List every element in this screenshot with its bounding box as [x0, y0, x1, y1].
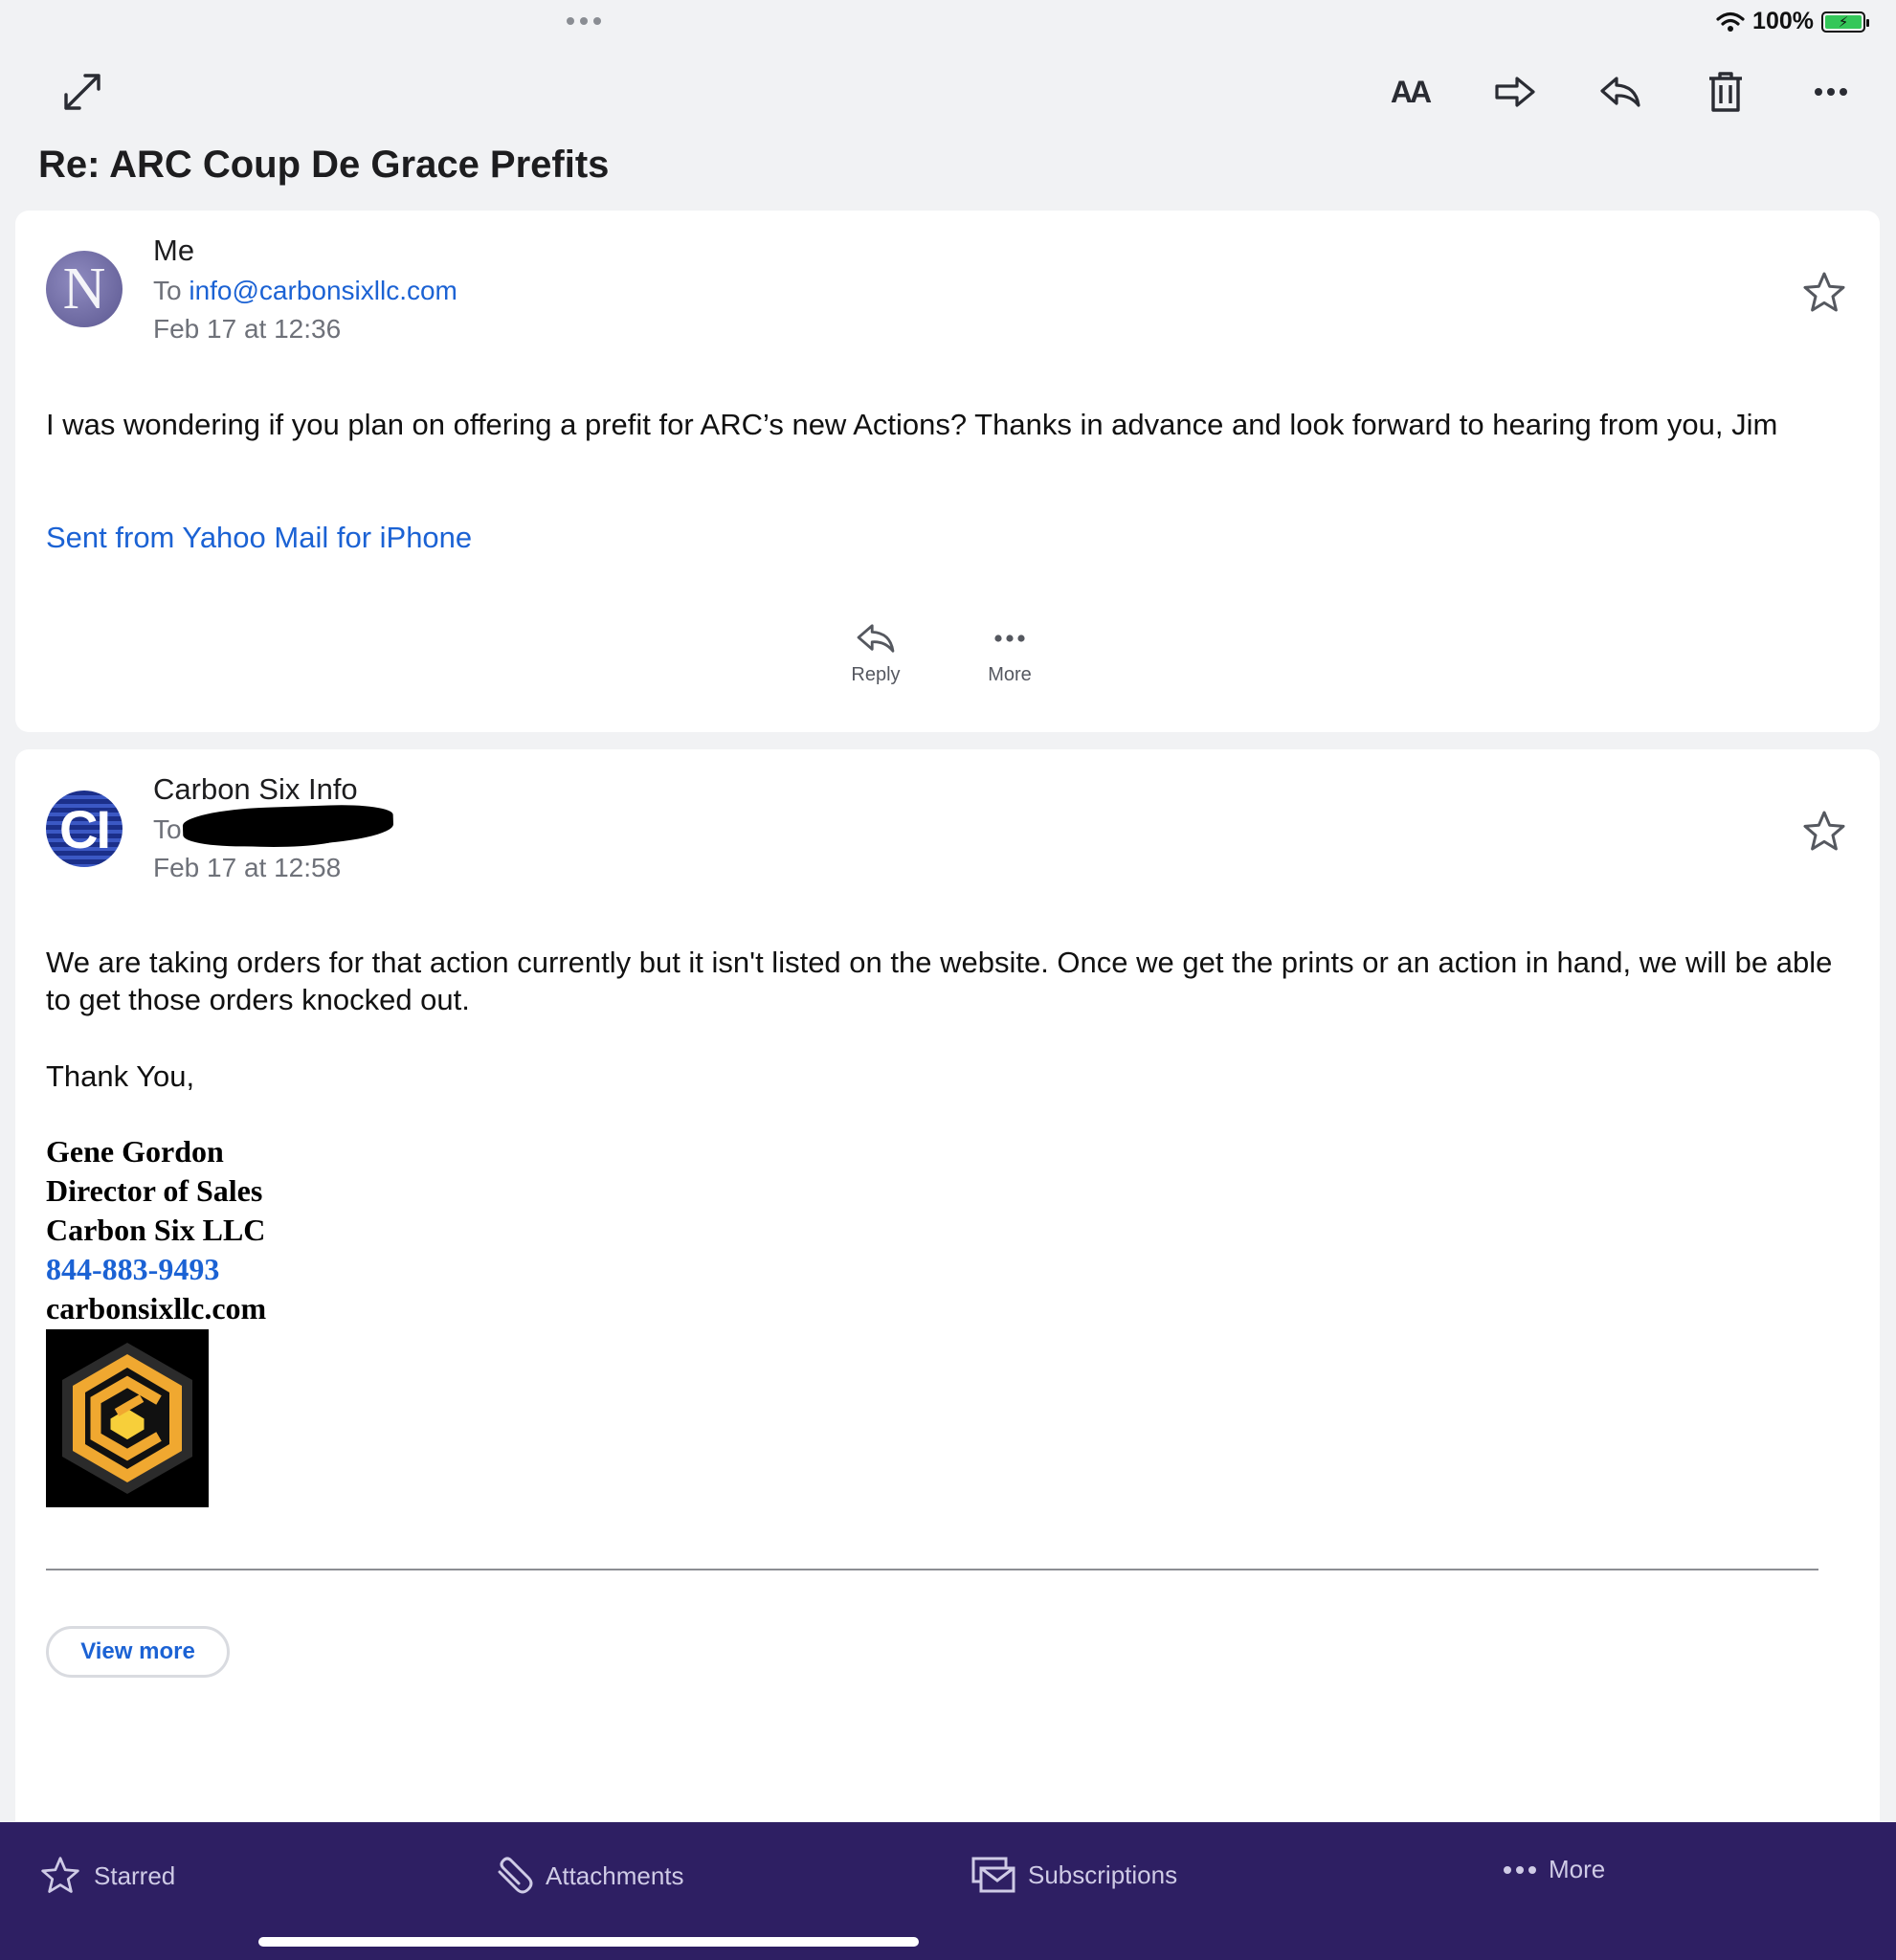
paperclip-icon — [498, 1857, 533, 1894]
tab-attachments-label: Attachments — [546, 1860, 684, 1890]
company-logo — [46, 1329, 209, 1507]
message-body: I was wondering if you plan on offering … — [46, 408, 1778, 441]
tab-starred-label: Starred — [94, 1860, 176, 1890]
multitasking-dots[interactable] — [567, 17, 601, 25]
star-icon[interactable] — [1801, 270, 1847, 316]
to-prefix: To — [153, 276, 182, 305]
star-icon — [41, 1857, 79, 1893]
signature-company: Carbon Six LLC — [46, 1213, 266, 1247]
bottom-navigation: Starred Attachments Subscriptions More — [0, 1822, 1896, 1960]
redaction-mark — [202, 824, 346, 847]
reply-button[interactable] — [1594, 67, 1647, 117]
avatar[interactable]: CI — [46, 791, 123, 867]
sender-name[interactable]: Me — [153, 234, 194, 268]
recipient-line: To info@carbonsixllc.com — [153, 276, 457, 306]
recipient-line: To — [153, 814, 182, 845]
star-icon[interactable] — [1801, 809, 1847, 855]
email-view: 100% ⚡ AA Re: ARC Coup De Grace Prefits … — [0, 0, 1896, 1960]
more-action-button[interactable]: More — [976, 622, 1043, 686]
message-actions: Reply More — [15, 622, 1880, 686]
view-more-button[interactable]: View more — [46, 1626, 230, 1678]
signature-website: carbonsixllc.com — [46, 1291, 267, 1325]
yahoo-mail-signature-link[interactable]: Sent from Yahoo Mail for iPhone — [46, 519, 472, 556]
more-icon — [994, 635, 1025, 642]
delete-button[interactable] — [1699, 67, 1752, 117]
tab-attachments[interactable]: Attachments — [490, 1855, 684, 1897]
email-subject: Re: ARC Coup De Grace Prefits — [38, 144, 610, 186]
tab-subscriptions[interactable]: Subscriptions — [970, 1855, 1177, 1895]
to-prefix: To — [153, 814, 182, 844]
expand-icon — [64, 74, 100, 110]
status-bar: 100% ⚡ — [1716, 8, 1869, 35]
message-card-2: CI Carbon Six Info To Feb 17 at 12:58 We… — [15, 749, 1880, 1821]
message-card-1: N Me To info@carbonsixllc.com Feb 17 at … — [15, 211, 1880, 732]
message-body: We are taking orders for that action cur… — [46, 946, 1833, 1016]
forward-button[interactable] — [1488, 67, 1542, 117]
more-icon — [1815, 88, 1847, 96]
tab-subscriptions-label: Subscriptions — [1028, 1860, 1178, 1889]
subscriptions-icon — [971, 1857, 1015, 1893]
reply-icon — [1600, 77, 1640, 107]
tab-starred[interactable]: Starred — [38, 1855, 175, 1897]
reply-icon — [857, 624, 895, 653]
avatar[interactable]: N — [46, 251, 123, 327]
sender-name[interactable]: Carbon Six Info — [153, 772, 358, 807]
battery-percent: 100% — [1752, 8, 1814, 34]
tab-more-label: More — [1549, 1855, 1606, 1883]
signature-name: Gene Gordon — [46, 1134, 224, 1169]
tab-more[interactable]: More — [1503, 1855, 1605, 1884]
font-size-button[interactable]: AA — [1383, 67, 1437, 117]
forward-icon — [1495, 77, 1535, 107]
reply-action-button[interactable]: Reply — [842, 622, 909, 686]
signature-phone-link[interactable]: 844-883-9493 — [46, 1252, 219, 1286]
font-size-icon: AA — [1390, 74, 1432, 109]
carbon-six-logo-icon — [62, 1343, 192, 1494]
recipient-email-link[interactable]: info@carbonsixllc.com — [189, 276, 457, 305]
signature-title: Director of Sales — [46, 1173, 263, 1208]
message-date: Feb 17 at 12:36 — [153, 314, 342, 344]
expand-button[interactable] — [57, 67, 107, 117]
more-options-button[interactable] — [1804, 67, 1858, 117]
more-label: More — [988, 664, 1032, 685]
message-closing: Thank You, — [46, 1059, 195, 1093]
home-indicator[interactable] — [258, 1937, 919, 1947]
more-icon — [1504, 1865, 1536, 1874]
email-toolbar: AA — [1383, 67, 1858, 117]
wifi-icon — [1716, 11, 1745, 32]
signature-divider — [46, 1569, 1818, 1570]
reply-label: Reply — [851, 664, 901, 685]
message-date: Feb 17 at 12:58 — [153, 853, 342, 882]
trash-icon — [1709, 72, 1742, 112]
battery-icon: ⚡ — [1821, 11, 1869, 33]
